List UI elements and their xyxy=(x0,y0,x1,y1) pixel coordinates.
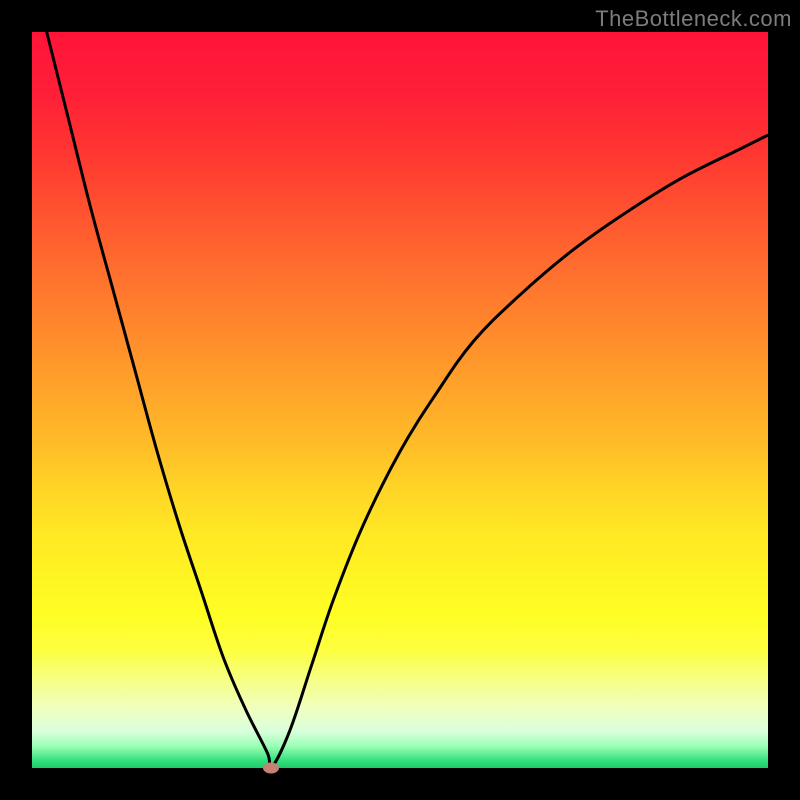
curve-svg xyxy=(32,32,768,768)
watermark-text: TheBottleneck.com xyxy=(595,6,792,32)
plot-area xyxy=(32,32,768,768)
minimum-marker xyxy=(263,763,279,774)
bottleneck-curve-path xyxy=(47,32,768,768)
chart-frame: TheBottleneck.com xyxy=(0,0,800,800)
